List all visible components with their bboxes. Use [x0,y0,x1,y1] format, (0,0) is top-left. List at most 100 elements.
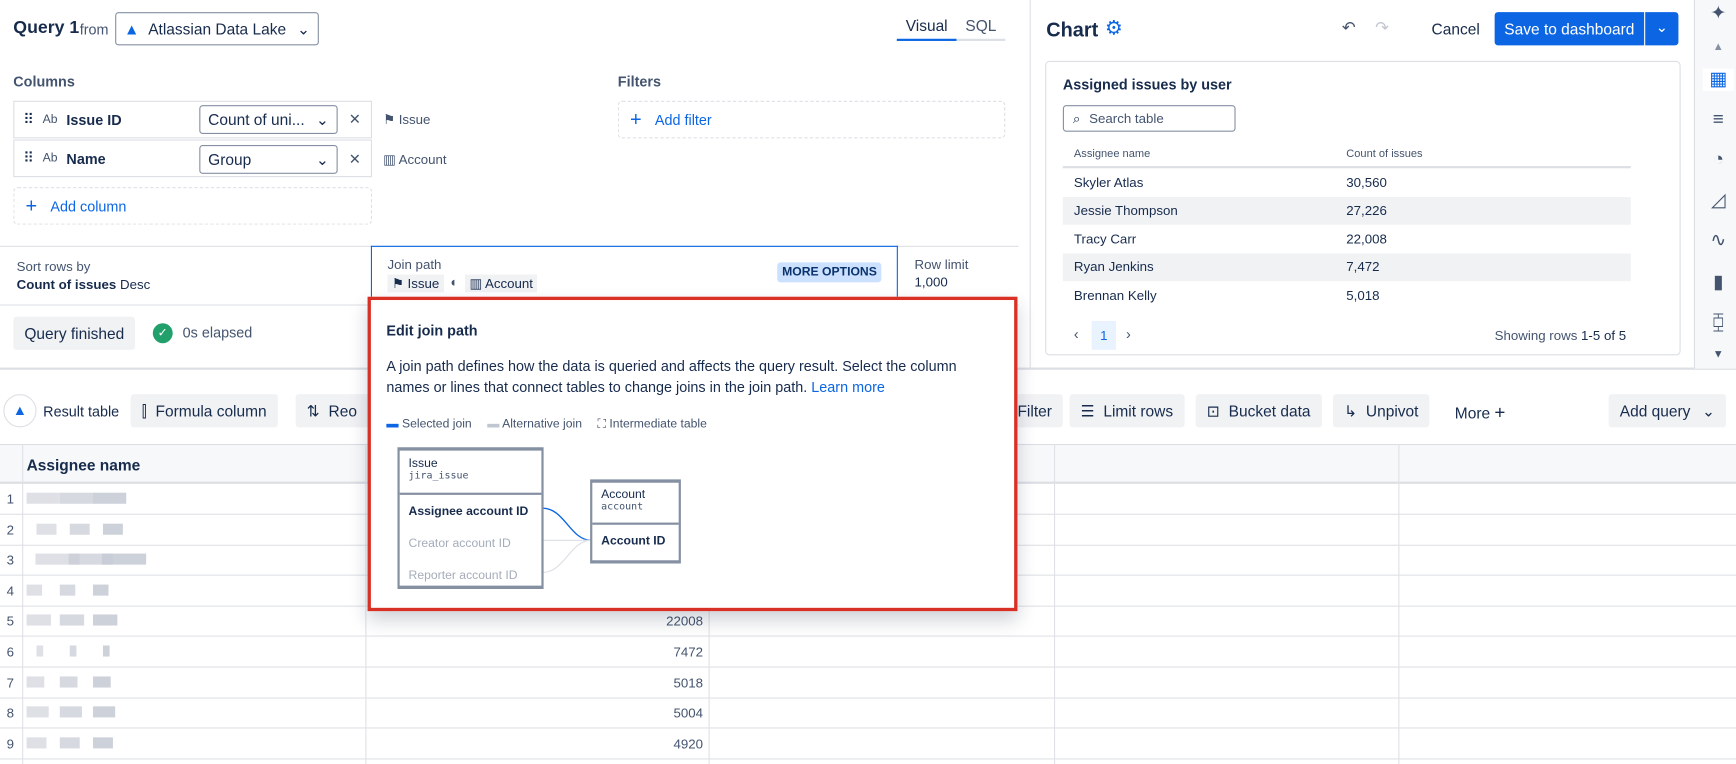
source-value: Atlassian Data Lake [148,19,287,38]
more-options-button[interactable]: MORE OPTIONS [777,262,882,283]
redacted-name [92,492,127,504]
formula-column-button[interactable]: ⫿ Formula column [130,394,278,428]
sort-label: Sort rows by [16,259,91,275]
aggregation-value: Group [208,150,252,169]
prev-page-icon[interactable]: ‹ [1074,325,1079,342]
assignee-account-id-field[interactable]: Assignee account ID [400,495,542,518]
area-chart-icon[interactable]: ◿ [1703,189,1734,211]
drag-handle-icon[interactable]: ⠿ [23,149,34,167]
bucket-data-button[interactable]: ⊡ Bucket data [1195,394,1322,428]
search-table-input[interactable]: ⌕ Search table [1062,105,1236,132]
query-title: Query 1 [13,18,80,38]
scroll-down-icon[interactable]: ▼ [1703,349,1734,361]
table-row: Tracy Carr 22,008 [1063,225,1631,253]
column-header-assignee-name[interactable]: Assignee name [27,456,141,474]
pie-chart-icon[interactable]: ◔ [1703,148,1734,170]
atlassian-logo-icon: ▲ [123,19,140,38]
account-table-node: Account account Account ID [590,479,681,564]
count-cell[interactable]: 5004 [376,705,703,720]
table-row: Skyler Atlas 30,560 [1063,168,1631,196]
row-limit-value[interactable]: 1,000 [914,275,947,290]
account-id-field[interactable]: Account ID [592,525,678,548]
count-cell[interactable]: 4920 [376,736,703,751]
tab-sql[interactable]: SQL [956,17,1006,41]
count-cell: 30,560 [1346,174,1387,190]
assignee-cell: Skyler Atlas [1073,174,1144,190]
cancel-button[interactable]: Cancel [1432,20,1480,38]
redacted-name [92,584,109,596]
row-number: 6 [6,644,15,660]
redacted-name [92,614,118,626]
gear-icon[interactable]: ⚙ [1105,17,1123,40]
line-chart-icon[interactable]: ∿ [1703,229,1734,251]
plus-icon: + [629,107,642,131]
join-path-field[interactable]: Join path ⚑ Issue ◐ ▥ Account MORE OPTIONS [370,245,898,298]
limit-rows-button[interactable]: ☰ Limit rows [1069,394,1185,428]
remove-column-icon[interactable]: ✕ [349,151,361,169]
add-query-button[interactable]: Add query ⌄ [1608,394,1727,428]
count-cell: 22,008 [1346,230,1387,247]
reorder-button[interactable]: ⇅ Reo [295,394,374,428]
card-title: Assigned issues by user [1062,76,1232,93]
count-cell[interactable]: 22008 [376,614,703,629]
save-to-dashboard-button[interactable]: Save to dashboard [1494,12,1645,46]
atlassian-logo-icon: ▲ [3,394,37,428]
count-cell[interactable]: 5018 [376,675,703,691]
undo-icon[interactable]: ↶ [1342,18,1356,38]
jira-issue-icon: ⚑ [383,111,395,128]
row-number: 2 [6,522,15,538]
bar-chart-icon[interactable]: ▮ [1703,271,1734,293]
alternative-join-line [542,539,592,573]
success-check-icon: ✓ [152,323,173,344]
save-options-chevron-icon[interactable]: ⌄ [1645,12,1679,46]
redacted-name [92,706,116,718]
source-select[interactable]: ▲ Atlassian Data Lake ⌄ [115,12,319,46]
next-page-icon[interactable]: › [1126,325,1131,342]
redacted-name [101,553,147,565]
sort-value[interactable]: Count of issues Desc [17,277,151,292]
count-cell[interactable]: 7472 [376,644,703,659]
redacted-name [92,676,111,688]
type-badge: Ab [42,151,58,165]
redacted-name [102,645,110,657]
row-limit-label: Row limit [914,256,969,273]
reorder-icon: ⇅ [306,401,320,420]
redo-icon[interactable]: ↷ [1375,18,1389,38]
funnel-chart-icon[interactable]: ≡ [1703,108,1734,130]
remove-column-icon[interactable]: ✕ [349,111,361,129]
tab-visual[interactable]: Visual [896,17,957,41]
magic-wand-icon[interactable]: ✦ [1703,2,1734,24]
more-button[interactable]: More + [1455,402,1506,424]
assignee-cell: Brennan Kelly [1073,287,1157,303]
aggregation-select[interactable]: Count of uni... ⌄ [199,105,338,134]
count-cell: 5,018 [1346,287,1380,303]
redacted-name [26,706,49,718]
redacted-name [92,737,113,749]
aggregation-select[interactable]: Group ⌄ [199,145,338,174]
table-account: ▥ Account [383,151,447,168]
issue-table-node: Issue jira_issue Assignee account ID Crea… [397,447,544,589]
drag-handle-icon[interactable]: ⠿ [23,111,34,129]
showing-rows: Showing rows 1-5 of 5 [1494,327,1627,344]
candlestick-chart-icon[interactable]: ⧮ [1703,311,1734,333]
row-number: 3 [6,552,15,569]
add-column-button[interactable]: + Add column [13,187,372,225]
unpivot-icon: ↳ [1344,401,1358,420]
reporter-account-id-field[interactable]: Reporter account ID [400,550,542,582]
assignee-cell: Ryan Jenkins [1073,259,1154,275]
redacted-name [26,737,47,749]
table-chart-icon[interactable]: ▦ [1702,68,1734,91]
creator-account-id-field[interactable]: Creator account ID [400,518,542,550]
add-filter-button[interactable]: + Add filter [617,100,1006,139]
page-1-button[interactable]: 1 [1091,321,1116,350]
count-cell: 7,472 [1346,259,1380,275]
table-header: Assignee name Count of issues [1062,142,1631,169]
query-status-badge: Query finished [13,316,136,350]
unpivot-button[interactable]: ↳ Unpivot [1332,394,1430,428]
scroll-up-icon[interactable]: ▲ [1703,41,1734,53]
redacted-name [59,676,78,688]
redacted-name [26,676,45,688]
redacted-name [26,492,60,504]
row-number: 7 [6,674,15,691]
filters-label: Filters [617,73,661,90]
